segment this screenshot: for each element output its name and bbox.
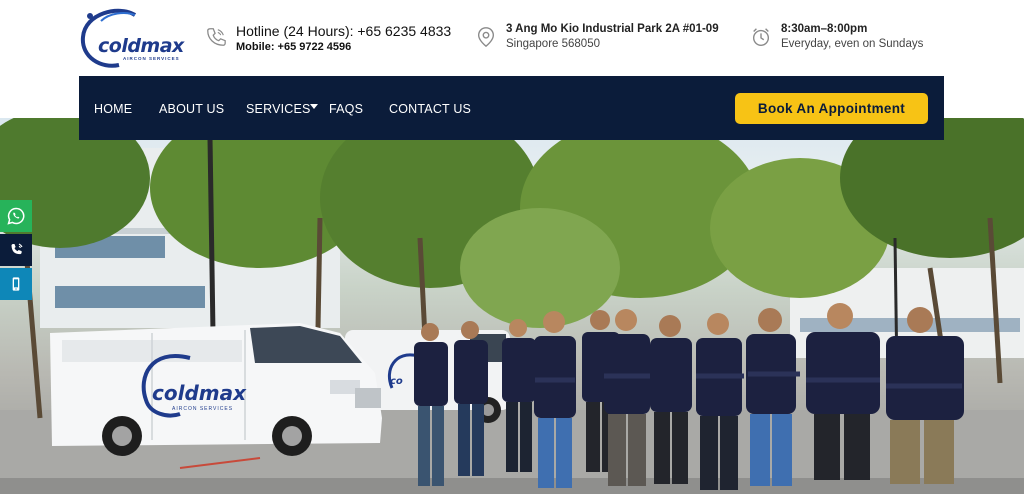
address-line-2: Singapore 568050 bbox=[506, 38, 600, 50]
hero-team-photo: coldmax AIRCON SERVICES co bbox=[0, 118, 1024, 494]
nav-faqs[interactable]: FAQS bbox=[329, 102, 363, 116]
hours-time: 8:30am–8:00pm bbox=[781, 23, 868, 35]
clock-icon bbox=[752, 28, 770, 46]
address-block: 3 Ang Mo Kio Industrial Park 2A #01-09 S… bbox=[475, 22, 719, 52]
mobile-number[interactable]: Mobile: +65 9722 4596 bbox=[236, 40, 451, 54]
services-dropdown-caret-icon[interactable] bbox=[310, 104, 318, 109]
hours-note: Everyday, even on Sundays bbox=[781, 38, 924, 50]
van-logo-wordmark: coldmax bbox=[152, 381, 247, 405]
hotline-number[interactable]: Hotline (24 Hours): +65 6235 4833 bbox=[236, 22, 451, 40]
book-appointment-button[interactable]: Book An Appointment bbox=[735, 93, 928, 124]
nav-services[interactable]: SERVICES bbox=[246, 102, 311, 116]
main-nav: HOME ABOUT US SERVICES FAQS CONTACT US B… bbox=[79, 76, 944, 140]
whatsapp-button[interactable] bbox=[0, 200, 32, 232]
van-logo-tagline: AIRCON SERVICES bbox=[172, 406, 233, 412]
location-pin-icon bbox=[477, 27, 495, 48]
site-logo[interactable]: coldmax AIRCON SERVICES bbox=[79, 7, 184, 69]
mobile-button[interactable] bbox=[0, 268, 32, 300]
nav-contact-us[interactable]: CONTACT US bbox=[389, 102, 471, 116]
address-line-1: 3 Ang Mo Kio Industrial Park 2A #01-09 bbox=[506, 23, 719, 35]
phone-icon bbox=[207, 28, 226, 46]
hero-scene: coldmax AIRCON SERVICES co bbox=[0, 118, 1024, 494]
nav-about-us[interactable]: ABOUT US bbox=[159, 102, 224, 116]
call-icon bbox=[11, 243, 23, 255]
logo-tagline: AIRCON SERVICES bbox=[123, 56, 180, 61]
svg-text:co: co bbox=[390, 376, 403, 387]
hours-block: 8:30am–8:00pm Everyday, even on Sundays bbox=[750, 22, 923, 52]
whatsapp-icon bbox=[7, 207, 25, 225]
mobile-icon bbox=[12, 277, 20, 291]
hotline-block: Hotline (24 Hours): +65 6235 4833 Mobile… bbox=[205, 22, 451, 54]
call-button[interactable] bbox=[0, 234, 32, 266]
nav-home[interactable]: HOME bbox=[94, 102, 132, 116]
logo-wordmark: coldmax bbox=[98, 35, 184, 57]
